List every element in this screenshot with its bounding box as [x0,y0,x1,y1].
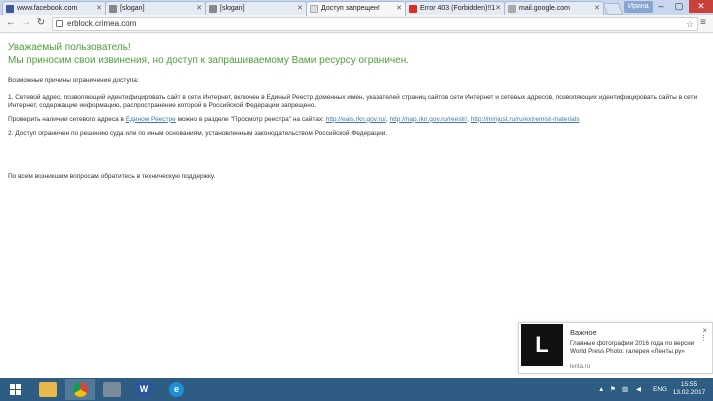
support-text: По всем возникшим вопросам обратитесь в … [8,172,216,180]
notification-title: Важное [570,328,597,337]
tab-title: Error 403 (Forbidden)!!1 [420,5,496,12]
tab-title: mail.google.com [519,5,570,12]
internet-explorer-icon: e [169,382,184,397]
tab-close-icon[interactable]: ✕ [196,2,202,15]
maximize-button[interactable]: ▢ [670,0,688,13]
reasons-label: Возможные причины ограничения доступа: [8,77,139,84]
forward-button[interactable]: → [20,17,32,29]
tab-error-403[interactable]: Error 403 (Forbidden)!!1 ✕ [405,1,505,15]
tab-close-icon[interactable]: ✕ [495,2,501,15]
new-tab-button[interactable] [602,3,624,15]
notification-body: Главные фотографии 2016 года по версии W… [570,340,695,355]
chrome-icon [73,382,88,397]
check-registry-line: Проверить наличии сетевого адреса в Един… [8,116,698,125]
browser-toolbar: ← → ↻ erblock.crimea.com ☆ ≡ [0,15,713,33]
tab-close-icon[interactable]: ✕ [96,2,102,15]
address-url: erblock.crimea.com [67,19,137,28]
taskbar-word[interactable]: W [129,379,159,400]
profile-button[interactable]: Ирина [624,1,653,13]
tab-slogan-2[interactable]: [slogan] ✕ [205,1,307,15]
back-button[interactable]: ← [5,17,17,29]
page-content: Уважаемый пользователь! Мы приносим свои… [8,42,698,182]
page-favicon-icon [109,5,117,13]
error-favicon-icon [409,5,417,13]
minimize-button[interactable]: – [652,0,670,13]
close-window-button[interactable]: ✕ [689,0,713,13]
taskbar-clock[interactable]: 15:55 13.02.2017 [672,381,706,397]
page-favicon-icon [310,5,318,13]
tab-gmail[interactable]: mail.google.com ✕ [504,1,604,15]
lenta-logo-icon: L [521,324,563,366]
taskbar: W e ▲ ⚑ ▥ ◀ ENG 15:55 13.02.2017 [0,378,713,401]
tab-close-icon[interactable]: ✕ [594,2,600,15]
tab-facebook[interactable]: www.facebook.com ✕ [2,1,106,15]
tray-arrow-icon[interactable]: ▲ [598,378,604,401]
taskbar-file-explorer[interactable] [33,379,63,400]
tray-network-icon[interactable]: ▥ [622,378,628,401]
start-button[interactable] [1,379,31,400]
facebook-favicon-icon [6,5,14,13]
tab-title: www.facebook.com [17,5,78,12]
bookmark-star-icon[interactable]: ☆ [686,18,694,30]
eais-link[interactable]: http://eais.rkn.gov.ru/ [326,116,386,123]
tab-close-icon[interactable]: ✕ [396,2,402,15]
page-heading-line2: Мы приносим свои извинения, но доступ к … [8,54,409,66]
tab-slogan-1[interactable]: [slogan] ✕ [105,1,206,15]
taskbar-internet-explorer[interactable]: e [161,379,191,400]
folder-icon [39,382,57,397]
address-bar[interactable]: erblock.crimea.com ☆ [52,17,698,31]
page-favicon-icon [209,5,217,13]
nap-link[interactable]: http://nap.rkn.gov.ru/reestr/ [390,116,468,123]
reload-button[interactable]: ↻ [35,17,47,29]
tab-title: [slogan] [120,5,145,12]
tab-close-icon[interactable]: ✕ [297,2,303,15]
notification-more-icon[interactable]: ⋮ [700,334,707,342]
clock-time: 15:55 [680,381,698,388]
taskbar-chrome[interactable] [65,379,95,400]
word-icon: W [135,382,153,397]
toast-notification[interactable]: L Важное Главные фотографии 2016 года по… [518,322,713,374]
page-heading-line1: Уважаемый пользователь! [8,42,131,53]
check-prefix: Проверить наличии сетевого адреса в [8,115,126,123]
clock-date: 13.02.2017 [672,389,706,396]
reason-2: 2. Доступ ограничен по решению суда или … [8,130,388,138]
chrome-menu-icon[interactable]: ≡ [698,17,708,29]
tab-strip: www.facebook.com ✕ [slogan] ✕ [slogan] ✕… [0,0,713,16]
files-icon [103,382,121,397]
notification-source: lenta.ru [570,364,591,370]
language-indicator[interactable]: ENG [653,378,667,401]
tray-flag-icon[interactable]: ⚑ [610,378,616,401]
page-info-icon[interactable] [56,20,63,27]
page-favicon-icon [508,5,516,13]
windows-logo-icon [10,384,22,396]
tab-title: [slogan] [220,5,245,12]
tray-volume-icon[interactable]: ◀ [636,378,641,401]
tab-access-denied[interactable]: Доступ запрещен! ✕ [306,1,406,16]
registry-link[interactable]: Едином Реестре [126,116,176,123]
tab-title: Доступ запрещен! [321,5,380,12]
minjust-link[interactable]: http://minjust.ru/ru/extremist-materials [471,116,580,123]
check-middle: можно в разделе "Просмотр реестра" на са… [175,115,326,123]
taskbar-files[interactable] [97,379,127,400]
reason-1: 1. Сетевой адрес, позволяющий идентифици… [8,93,698,110]
